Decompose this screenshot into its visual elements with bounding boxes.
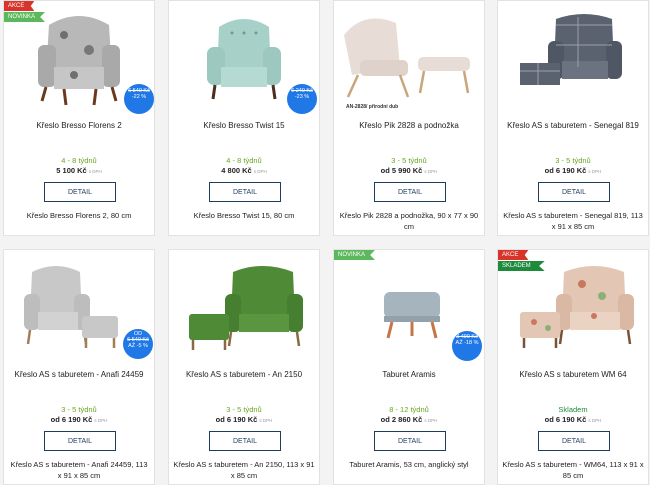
product-card[interactable]: Křeslo AS s taburetem - Senegal 819 3 - …	[497, 0, 649, 236]
detail-button[interactable]: DETAIL	[44, 431, 116, 451]
product-subtitle: Křeslo Bresso Twist 15, 80 cm	[193, 211, 295, 220]
detail-button[interactable]: DETAIL	[538, 431, 610, 451]
delivery-time: 3 - 5 týdnů	[61, 405, 97, 414]
product-name: Křeslo AS s taburetem - An 2150	[185, 370, 303, 379]
product-subtitle: Křeslo Bresso Florens 2, 80 cm	[26, 211, 132, 220]
skladem-badge: SKLADEM	[498, 261, 545, 271]
armchair-plaid-image[interactable]	[498, 5, 650, 115]
product-subtitle: Křeslo Pik 2828 a podnožka, 90 x 77 x 90…	[339, 211, 479, 231]
price: od 6 190 Kč s DPH	[544, 166, 602, 175]
novinka-badge: NOVINKA	[4, 12, 46, 22]
price: od 5 990 Kč s DPH	[380, 166, 438, 175]
delivery-time: 3 - 5 týdnů	[391, 156, 427, 165]
novinka-badge: NOVINKA	[334, 250, 376, 260]
price: od 6 190 Kč s DPH	[544, 415, 602, 424]
product-name: Křeslo Bresso Florens 2	[36, 121, 122, 130]
product-card[interactable]: Křeslo AS s taburetem - An 2150 3 - 5 tý…	[168, 249, 320, 485]
product-subtitle: Taburet Aramis, 53 cm, anglický styl	[349, 460, 469, 469]
discount-badge: 3 490 Kč AŽ -18 %	[452, 331, 482, 361]
armchair-green-with-footstool-image[interactable]	[169, 254, 321, 364]
price: od 2 860 Kč s DPH	[380, 415, 438, 424]
product-card[interactable]: OD 6 540 Kč AŽ -5 % Křeslo AS s taburete…	[3, 249, 155, 485]
discount-badge: 6 240 Kč -23 %	[287, 84, 317, 114]
delivery-time: 8 - 12 týdnů	[389, 405, 429, 414]
delivery-time: Skladem	[558, 405, 588, 414]
detail-button[interactable]: DETAIL	[44, 182, 116, 202]
price: od 6 190 Kč s DPH	[50, 415, 108, 424]
image-caption: AN-2828/ přírodní dub	[346, 104, 398, 110]
detail-button[interactable]: DETAIL	[374, 431, 446, 451]
discount-badge: OD 6 540 Kč AŽ -5 %	[123, 329, 153, 359]
product-subtitle: Křeslo AS s taburetem - An 2150, 113 x 9…	[173, 460, 315, 480]
price: 5 100 Kč s DPH	[56, 166, 102, 175]
product-name: Křeslo AS s taburetem - Anafi 24459	[14, 370, 144, 379]
product-name: Křeslo Bresso Twist 15	[203, 121, 285, 130]
delivery-time: 3 - 5 týdnů	[555, 156, 591, 165]
product-subtitle: Křeslo AS s taburetem - Anafi 24459, 113…	[10, 460, 148, 480]
delivery-time: 4 - 8 týdnů	[226, 156, 262, 165]
detail-button[interactable]: DETAIL	[374, 182, 446, 202]
product-card[interactable]: AN-2828/ přírodní dub Křeslo Pik 2828 a …	[333, 0, 485, 236]
product-name: Křeslo AS s taburetem WM 64	[519, 370, 627, 379]
price: 4 800 Kč s DPH	[221, 166, 267, 175]
delivery-time: 4 - 8 týdnů	[61, 156, 97, 165]
product-grid: AKCE NOVINKA 6 540 Kč -22 % Křeslo Bress…	[0, 0, 650, 485]
discount-badge: 6 540 Kč -22 %	[124, 84, 154, 114]
delivery-time: 3 - 5 týdnů	[226, 405, 262, 414]
product-name: Křeslo Pik 2828 a podnožka	[359, 121, 459, 130]
product-card[interactable]: AKCE SKLADEM Křeslo AS s taburetem WM 64…	[497, 249, 649, 485]
detail-button[interactable]: DETAIL	[209, 182, 281, 202]
product-subtitle: Křeslo AS s taburetem - WM64, 113 x 91 x…	[502, 460, 644, 480]
product-card[interactable]: AKCE NOVINKA 6 540 Kč -22 % Křeslo Bress…	[3, 0, 155, 236]
product-name: Křeslo AS s taburetem - Senegal 819	[507, 121, 639, 130]
product-subtitle: Křeslo AS s taburetem - Senegal 819, 113…	[503, 211, 643, 231]
detail-button[interactable]: DETAIL	[538, 182, 610, 202]
product-card[interactable]: NOVINKA 3 490 Kč AŽ -18 % Taburet Aramis…	[333, 249, 485, 485]
akce-badge: AKCE	[498, 250, 529, 260]
price: od 6 190 Kč s DPH	[215, 415, 273, 424]
armchair-with-footstool-image[interactable]: AN-2828/ přírodní dub	[334, 5, 486, 115]
product-card[interactable]: 6 240 Kč -23 % Křeslo Bresso Twist 15 4 …	[168, 0, 320, 236]
akce-badge: AKCE	[4, 1, 35, 11]
product-name: Taburet Aramis	[382, 370, 436, 379]
detail-button[interactable]: DETAIL	[209, 431, 281, 451]
